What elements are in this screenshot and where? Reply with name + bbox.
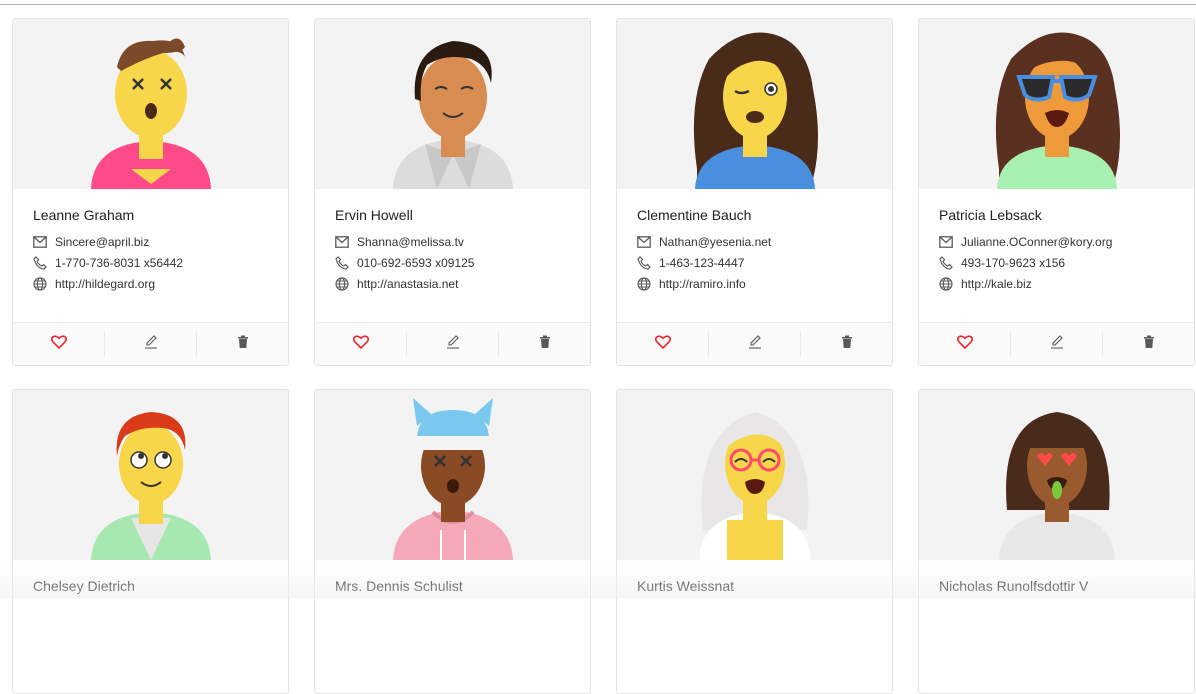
trash-icon <box>1143 335 1155 354</box>
like-button[interactable] <box>617 332 709 356</box>
phone-row: 1-770-736-8031 x56442 <box>33 254 268 272</box>
user-email: Julianne.OConner@kory.org <box>961 235 1113 249</box>
user-name: Chelsey Dietrich <box>33 578 135 594</box>
avatar-illustration <box>699 412 811 560</box>
phone-row: 1-463-123-4447 <box>637 254 872 272</box>
avatar <box>13 390 288 560</box>
trash-icon <box>539 335 551 354</box>
trash-icon <box>841 335 853 354</box>
avatar-illustration <box>91 412 211 560</box>
edit-button[interactable] <box>709 332 801 356</box>
heart-icon <box>50 334 67 354</box>
user-website: http://anastasia.net <box>357 277 459 291</box>
user-website: http://ramiro.info <box>659 277 746 291</box>
avatar-illustration <box>693 32 818 189</box>
globe-icon <box>637 277 651 291</box>
like-button[interactable] <box>315 332 407 356</box>
like-button[interactable] <box>13 332 105 356</box>
delete-button[interactable] <box>197 332 288 356</box>
user-card: Chelsey Dietrich <box>12 389 289 694</box>
user-phone: 1-463-123-4447 <box>659 256 745 270</box>
user-email: Nathan@yesenia.net <box>659 235 772 249</box>
user-phone: 1-770-736-8031 x56442 <box>55 256 184 270</box>
avatar-illustration <box>393 41 513 189</box>
email-row: Sincere@april.biz <box>33 233 268 251</box>
card-actions <box>919 322 1194 365</box>
globe-icon <box>939 277 953 291</box>
mail-icon <box>335 235 349 249</box>
edit-icon <box>446 334 460 354</box>
edit-button[interactable] <box>1011 332 1103 356</box>
delete-button[interactable] <box>1103 332 1194 356</box>
delete-button[interactable] <box>801 332 892 356</box>
mail-icon <box>637 235 651 249</box>
website-row: http://anastasia.net <box>335 275 570 293</box>
edit-button[interactable] <box>105 332 197 356</box>
email-row: Nathan@yesenia.net <box>637 233 872 251</box>
globe-icon <box>335 277 349 291</box>
user-website: http://kale.biz <box>961 277 1032 291</box>
user-card: Leanne Graham Sincere@april.biz 1-770-73… <box>12 18 289 366</box>
user-name: Nicholas Runolfsdottir V <box>939 578 1089 594</box>
avatar <box>315 390 590 560</box>
avatar-illustration <box>393 398 513 560</box>
delete-button[interactable] <box>499 332 590 356</box>
avatar <box>617 390 892 560</box>
avatar <box>617 19 892 189</box>
user-name: Patricia Lebsack <box>939 207 1042 223</box>
phone-icon <box>939 256 953 270</box>
edit-icon <box>1050 334 1064 354</box>
heart-icon <box>654 334 671 354</box>
user-name: Clementine Bauch <box>637 207 752 223</box>
website-row: http://ramiro.info <box>637 275 872 293</box>
trash-icon <box>237 335 249 354</box>
user-card: Patricia Lebsack Julianne.OConner@kory.o… <box>918 18 1195 366</box>
heart-icon <box>956 334 973 354</box>
phone-icon <box>335 256 349 270</box>
avatar-illustration <box>995 32 1120 189</box>
card-actions <box>13 322 288 365</box>
avatar-illustration <box>91 38 211 189</box>
card-actions <box>617 322 892 365</box>
phone-row: 493-170-9623 x156 <box>939 254 1174 272</box>
phone-icon <box>33 256 47 270</box>
user-name: Mrs. Dennis Schulist <box>335 578 463 594</box>
mail-icon <box>939 235 953 249</box>
user-card: Mrs. Dennis Schulist <box>314 389 591 694</box>
heart-icon <box>352 334 369 354</box>
email-row: Shanna@melissa.tv <box>335 233 570 251</box>
user-card: Ervin Howell Shanna@melissa.tv 010-692-6… <box>314 18 591 366</box>
user-name: Kurtis Weissnat <box>637 578 734 594</box>
user-card: Kurtis Weissnat <box>616 389 893 694</box>
avatar <box>919 19 1194 189</box>
top-divider <box>0 4 1196 5</box>
phone-icon <box>637 256 651 270</box>
website-row: http://kale.biz <box>939 275 1174 293</box>
user-phone: 493-170-9623 x156 <box>961 256 1066 270</box>
like-button[interactable] <box>919 332 1011 356</box>
website-row: http://hildegard.org <box>33 275 268 293</box>
mail-icon <box>33 235 47 249</box>
user-card: Nicholas Runolfsdottir V <box>918 389 1195 694</box>
avatar <box>13 19 288 189</box>
avatar <box>919 390 1194 560</box>
user-email: Shanna@melissa.tv <box>357 235 464 249</box>
email-row: Julianne.OConner@kory.org <box>939 233 1174 251</box>
globe-icon <box>33 277 47 291</box>
edit-button[interactable] <box>407 332 499 356</box>
user-name: Ervin Howell <box>335 207 413 223</box>
card-actions <box>315 322 590 365</box>
user-card: Clementine Bauch Nathan@yesenia.net 1-46… <box>616 18 893 366</box>
edit-icon <box>748 334 762 354</box>
edit-icon <box>144 334 158 354</box>
phone-row: 010-692-6593 x09125 <box>335 254 570 272</box>
avatar <box>315 19 590 189</box>
user-website: http://hildegard.org <box>55 277 156 291</box>
user-email: Sincere@april.biz <box>55 235 150 249</box>
user-name: Leanne Graham <box>33 207 135 223</box>
avatar-illustration <box>999 412 1115 560</box>
user-phone: 010-692-6593 x09125 <box>357 256 475 270</box>
